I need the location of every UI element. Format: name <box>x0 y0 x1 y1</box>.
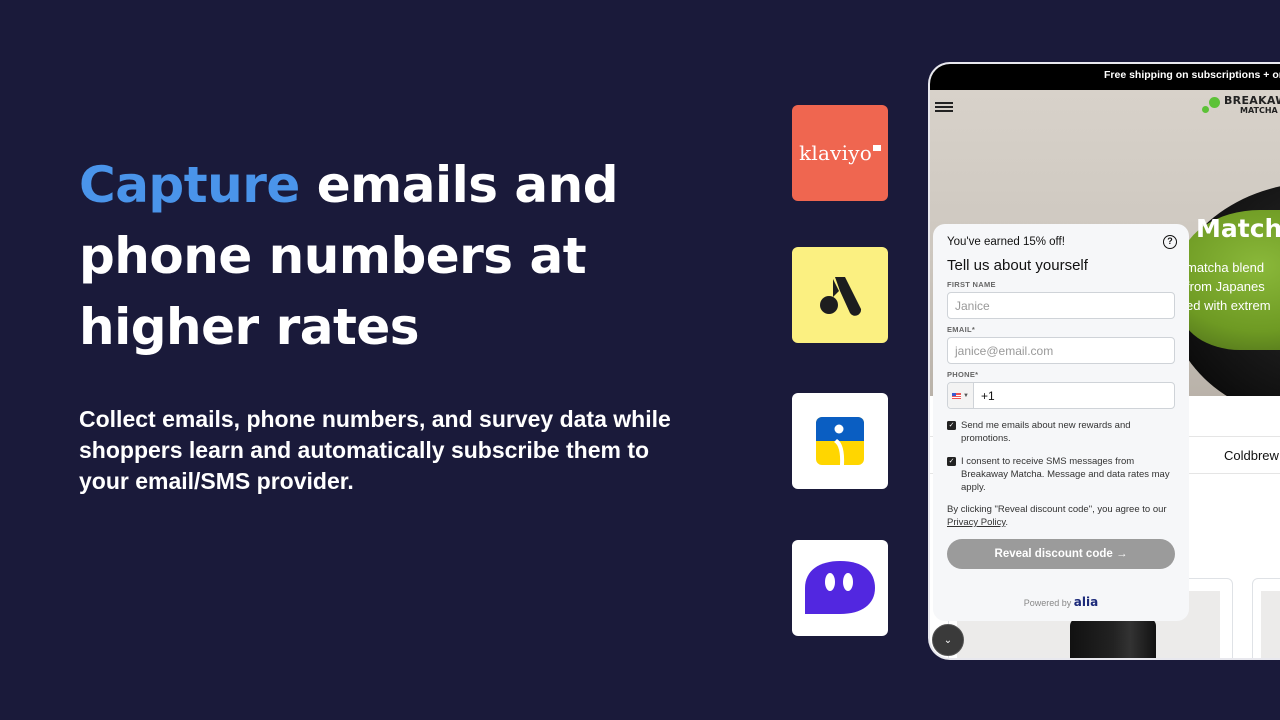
powered-by: Powered by alia <box>933 595 1189 609</box>
hero-copy-line: from Japanes <box>1186 279 1265 294</box>
subheadline: Collect emails, phone numbers, and surve… <box>79 406 671 494</box>
consent-text: By clicking "Reveal discount code", you … <box>947 504 1167 515</box>
nav-item-coldbrew[interactable]: Coldbrew <box>1224 448 1279 463</box>
checkbox-checked-icon[interactable]: ✓ <box>947 457 956 466</box>
postscript-logo-icon <box>816 417 864 465</box>
help-icon[interactable]: ? <box>1163 235 1177 249</box>
caret-down-icon: ▼ <box>963 392 969 399</box>
klaviyo-tile: klaviyo <box>792 105 888 201</box>
product-bottle-image <box>1070 618 1156 658</box>
first-name-input[interactable]: Janice <box>947 292 1175 319</box>
phone-input[interactable]: ▼ +1 <box>947 382 1175 409</box>
hero-title: Matcha <box>1196 214 1280 243</box>
popup-title: Tell us about yourself <box>947 257 1088 274</box>
earned-text: You've earned 15% off! <box>947 236 1065 248</box>
powered-by-text: Powered by <box>1023 598 1074 608</box>
hero-copy: matcha blend from Japanes ed with extrem <box>1186 258 1271 315</box>
phone-mockup: Free shipping on subscriptions + orde BR… <box>928 62 1280 660</box>
signup-popup: You've earned 15% off! ? Tell us about y… <box>933 224 1189 621</box>
phone-label: PHONE* <box>947 370 979 379</box>
email-input[interactable]: janice@email.com <box>947 337 1175 364</box>
alia-logo[interactable]: alia <box>1074 595 1098 609</box>
headline-accent: Capture <box>79 156 300 214</box>
consent-note: By clicking "Reveal discount code", you … <box>947 503 1175 529</box>
attentive-tile <box>792 247 888 343</box>
hero-copy-line: matcha blend <box>1186 260 1265 275</box>
email-label: EMAIL* <box>947 325 976 334</box>
announcement-bar: Free shipping on subscriptions + orde <box>930 64 1280 90</box>
logo-dots-icon <box>1200 96 1222 116</box>
consent-suffix: . <box>1005 517 1009 528</box>
sms-opt-in-label: I consent to receive SMS messages from B… <box>961 456 1170 493</box>
sms-opt-in[interactable]: ✓ I consent to receive SMS messages from… <box>947 455 1175 494</box>
store-logo[interactable]: BREAKAWA MATCHA <box>1200 94 1280 116</box>
klaviyo-logo-icon: klaviyo <box>799 141 881 165</box>
chat-bubble-logo-icon <box>805 561 875 614</box>
us-flag-icon <box>952 392 962 399</box>
phone-value[interactable]: +1 <box>974 383 1002 408</box>
postscript-tile <box>792 393 888 489</box>
privacy-policy-link[interactable]: Privacy Policy <box>947 517 1005 528</box>
menu-icon[interactable] <box>935 102 953 114</box>
brand-line1: BREAKAWA <box>1224 94 1280 107</box>
checkbox-checked-icon[interactable]: ✓ <box>947 421 956 430</box>
product-card[interactable] <box>1252 578 1280 658</box>
chevron-down-icon[interactable]: ⌄ <box>932 624 964 656</box>
headline: Capture emails and phone numbers at high… <box>79 150 679 363</box>
hero-copy-line: ed with extrem <box>1186 298 1271 313</box>
chat-tile <box>792 540 888 636</box>
brand-line2: MATCHA <box>1240 106 1278 115</box>
email-opt-in[interactable]: ✓ Send me emails about new rewards and p… <box>947 419 1175 445</box>
first-name-label: FIRST NAME <box>947 280 996 289</box>
email-opt-in-label: Send me emails about new rewards and pro… <box>961 420 1131 444</box>
attentive-logo-icon <box>820 277 862 316</box>
country-select[interactable]: ▼ <box>948 383 974 408</box>
reveal-discount-button[interactable]: Reveal discount code → <box>947 539 1175 569</box>
